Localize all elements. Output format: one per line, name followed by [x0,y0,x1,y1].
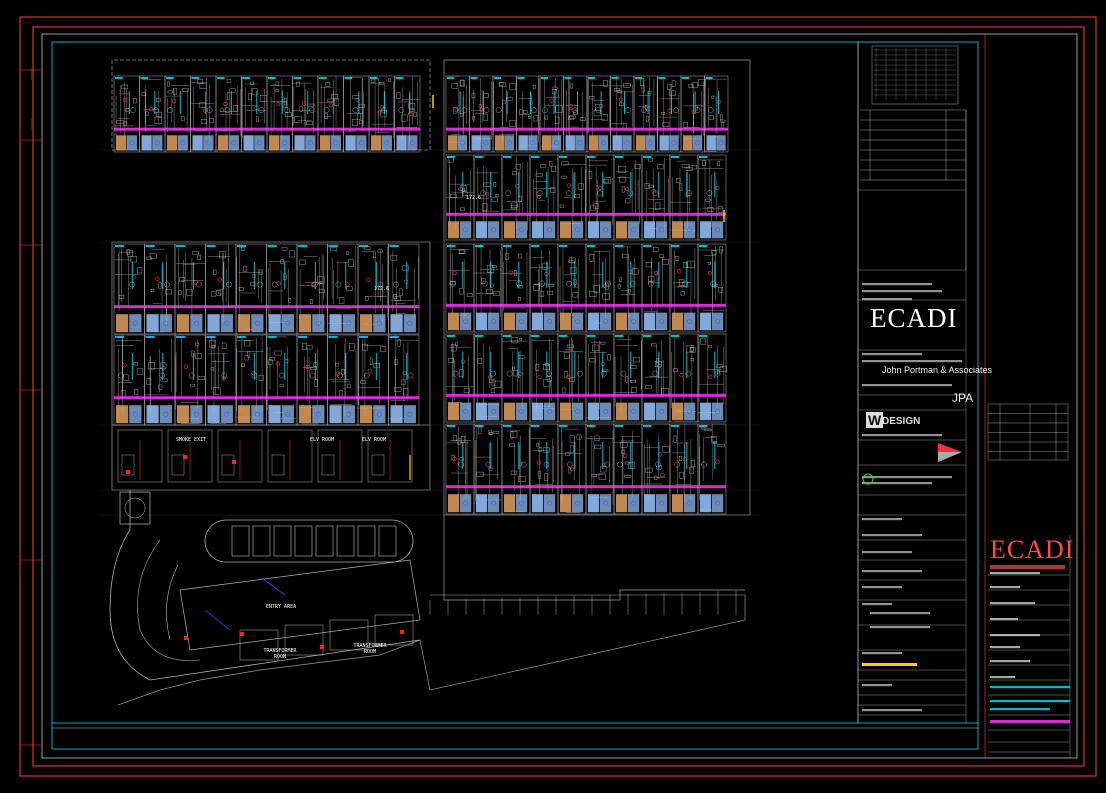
w-design-logo-icon: W [866,412,884,428]
cad-drawing-sheet: ==== ==== [19,16,1097,777]
building-outline [111,59,751,706]
residential-units-block-b [113,243,420,426]
ecadi-logo-main: ECADI [870,303,958,333]
w-design-mark: DESIGN [882,416,921,427]
label-entry-area: ENTRY AREA [266,604,297,610]
svg-text:====: ==== [30,118,36,130]
title-block-grid [858,45,967,723]
side-revision-panel [987,403,1071,758]
label-elv-room-1: ELV ROOM [310,437,335,443]
label-dimension-1: 172.6 [374,286,390,292]
architect-name: John Portman & Associates [882,365,993,375]
label-smoke-exit: SMOKE EXIT [176,437,207,443]
residential-units-block-c [409,75,729,515]
label-transformer-2: TRANSFORMER ROOM [353,643,387,655]
architect-mark: JPA [952,391,974,405]
ecadi-logo-side: ECADI [990,535,1075,564]
svg-text:====: ==== [30,68,36,80]
residential-units-block-a [113,75,421,153]
label-elv-room-2: ELV ROOM [362,437,387,443]
label-dimension-2: 172.6 [466,195,482,201]
label-transformer-1: TRANSFORMER ROOM [263,648,297,660]
